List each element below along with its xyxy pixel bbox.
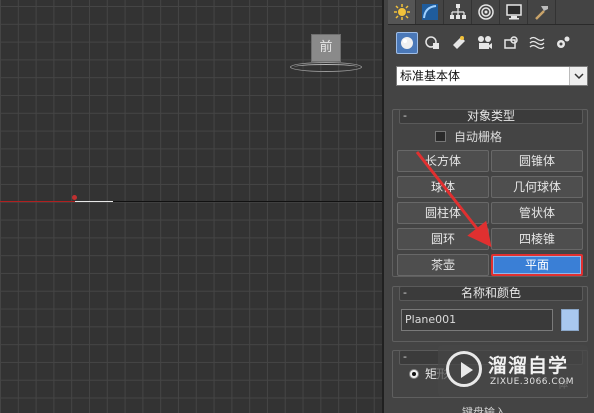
display-icon	[505, 4, 522, 20]
utilities-tab[interactable]	[528, 0, 556, 24]
create-subcategories	[396, 32, 574, 56]
utilities-icon	[534, 6, 548, 20]
object-type-buttons: 长方体 圆锥体 球体 几何球体 圆柱体 管状体 圆环 四棱锥 茶壶 平面	[397, 150, 583, 276]
tabs-divider	[388, 24, 594, 25]
name-color-title: 名称和颜色	[460, 286, 521, 300]
torus-button[interactable]: 圆环	[397, 228, 489, 250]
sphere-button[interactable]: 球体	[397, 176, 489, 198]
cone-button[interactable]: 圆锥体	[491, 150, 583, 172]
autogrid-option[interactable]: 自动栅格	[435, 128, 502, 145]
object-color-swatch[interactable]	[561, 309, 579, 331]
lights-icon	[453, 36, 465, 49]
category-dropdown-value: 标准基本体	[400, 69, 461, 83]
viewcube-front-face[interactable]: 前	[311, 34, 341, 62]
chevron-down-icon[interactable]	[569, 67, 587, 85]
tube-button[interactable]: 管状体	[491, 202, 583, 224]
autogrid-checkbox[interactable]	[435, 131, 446, 142]
modify-tab[interactable]	[416, 0, 444, 24]
name-color-rollout-header[interactable]: - 名称和颜色	[399, 286, 583, 301]
systems-subcat[interactable]	[552, 32, 574, 54]
front-viewport[interactable]: 前	[0, 0, 382, 413]
shapes-icon	[425, 36, 439, 49]
pyramid-button[interactable]: 四棱锥	[491, 228, 583, 250]
name-color-rollout: - 名称和颜色 Plane001	[392, 286, 588, 342]
geosphere-button[interactable]: 几何球体	[491, 176, 583, 198]
collapse-icon[interactable]: -	[403, 109, 407, 122]
plane-button[interactable]: 平面	[491, 254, 583, 276]
viewcube-ring-highlight	[294, 64, 358, 70]
origin-marker	[72, 195, 77, 200]
object-type-rollout: - 对象类型 自动栅格 长方体 圆锥体 球体 几何球体 圆柱体 管状体 圆环 四…	[392, 109, 588, 277]
geometry-subcat[interactable]	[396, 32, 418, 54]
create-icon	[393, 4, 410, 20]
helpers-subcat[interactable]	[500, 32, 522, 54]
watermark: 溜溜自学 ZIXUE.3066.COM	[438, 345, 588, 397]
cameras-icon	[478, 36, 492, 49]
motion-tab[interactable]	[472, 0, 500, 24]
helpers-icon	[504, 36, 518, 49]
watermark-url: ZIXUE.3066.COM	[490, 377, 575, 387]
keyboard-entry-rollout-header[interactable]: 键盘输入	[462, 404, 506, 413]
category-dropdown[interactable]: 标准基本体	[396, 66, 588, 86]
shapes-subcat[interactable]	[422, 32, 444, 54]
teapot-button[interactable]: 茶壶	[397, 254, 489, 276]
x-axis-line	[0, 201, 75, 202]
object-name-field[interactable]: Plane001	[401, 309, 553, 331]
modify-icon	[421, 4, 438, 20]
object-type-title: 对象类型	[466, 109, 515, 123]
collapse-icon[interactable]: -	[403, 286, 407, 299]
rectangle-radio[interactable]	[409, 369, 419, 379]
spacewarps-icon	[529, 36, 545, 50]
watermark-title: 溜溜自学	[488, 355, 569, 377]
watermark-logo-icon	[446, 351, 482, 387]
hierarchy-tab[interactable]	[444, 0, 472, 24]
create-tab[interactable]	[388, 0, 416, 24]
box-button[interactable]: 长方体	[397, 150, 489, 172]
viewcube[interactable]: 前	[288, 30, 364, 76]
geometry-icon	[401, 37, 413, 49]
collapse-icon[interactable]: -	[403, 350, 407, 363]
lights-subcat[interactable]	[448, 32, 470, 54]
display-tab[interactable]	[500, 0, 528, 24]
hierarchy-icon	[449, 4, 466, 19]
axis-highlight-line	[75, 201, 113, 202]
systems-icon	[557, 36, 570, 48]
object-type-rollout-header[interactable]: - 对象类型	[399, 109, 583, 124]
spacewarps-subcat[interactable]	[526, 32, 548, 54]
cylinder-button[interactable]: 圆柱体	[397, 202, 489, 224]
autogrid-label: 自动栅格	[454, 130, 503, 144]
motion-icon	[477, 4, 494, 20]
cameras-subcat[interactable]	[474, 32, 496, 54]
command-panel-tabs	[388, 0, 594, 24]
